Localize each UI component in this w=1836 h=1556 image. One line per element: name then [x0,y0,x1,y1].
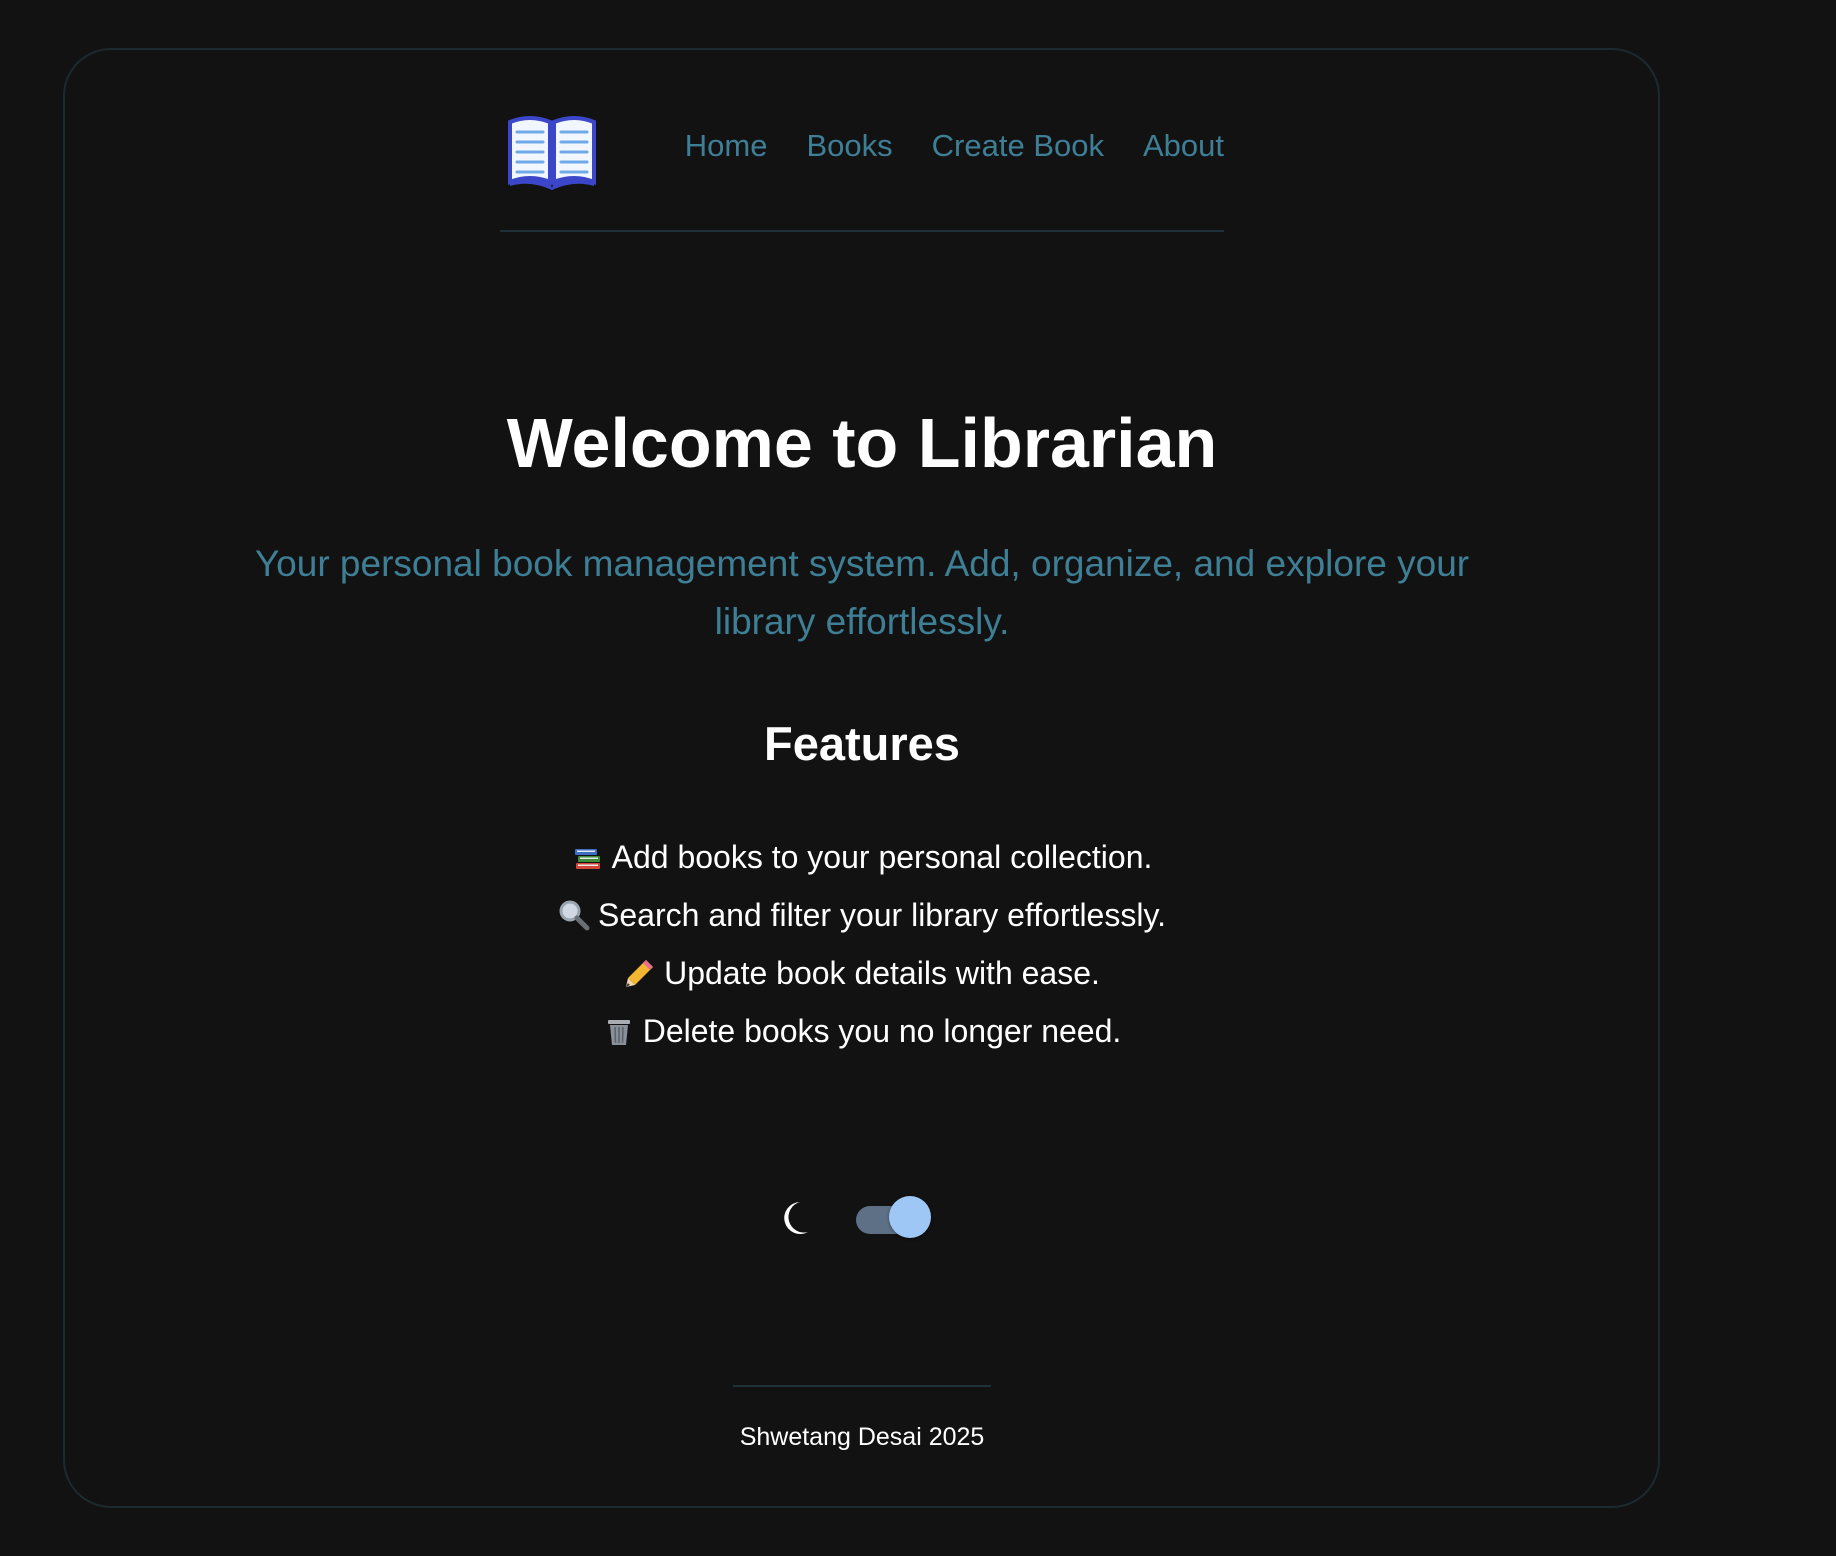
nav-link-books[interactable]: Books [806,130,892,161]
nav-link-home[interactable]: Home [685,130,768,161]
pencil-icon [626,960,654,987]
nav-link-create-book[interactable]: Create Book [932,130,1104,161]
books-icon [574,849,600,869]
feature-text: Delete books you no longer need. [642,1013,1122,1049]
page-title: Welcome to Librarian [506,404,1218,482]
feature-item-search: Search and filter your library effortles… [0,886,1724,944]
toggle-knob[interactable] [889,1196,931,1238]
feature-text: Search and filter your library effortles… [598,897,1166,933]
magnifier-icon [559,900,590,931]
footer-divider [733,1385,991,1387]
features-list: Add books to your personal collection. S… [0,828,1724,1060]
feature-text: Add books to your personal collection. [611,839,1153,875]
feature-item-update: Update book details with ease. [0,944,1724,1002]
app-frame [63,48,1660,1508]
dark-mode-toggle[interactable] [856,1196,931,1238]
footer-credit: Shwetang Desai 2025 [739,1423,985,1451]
top-nav: Home Books Create Book About [500,110,1224,232]
feature-item-add: Add books to your personal collection. [0,828,1724,886]
page-subtitle: Your personal book management system. Ad… [254,543,1470,642]
trash-icon [607,1020,630,1045]
feature-item-delete: Delete books you no longer need. [0,1002,1724,1060]
nav-links: Home Books Create Book About [685,130,1224,161]
moon-icon [784,1202,808,1234]
open-book-icon[interactable] [504,112,600,192]
feature-text: Update book details with ease. [664,955,1100,991]
nav-link-about[interactable]: About [1143,130,1224,161]
features-heading: Features [764,717,960,770]
